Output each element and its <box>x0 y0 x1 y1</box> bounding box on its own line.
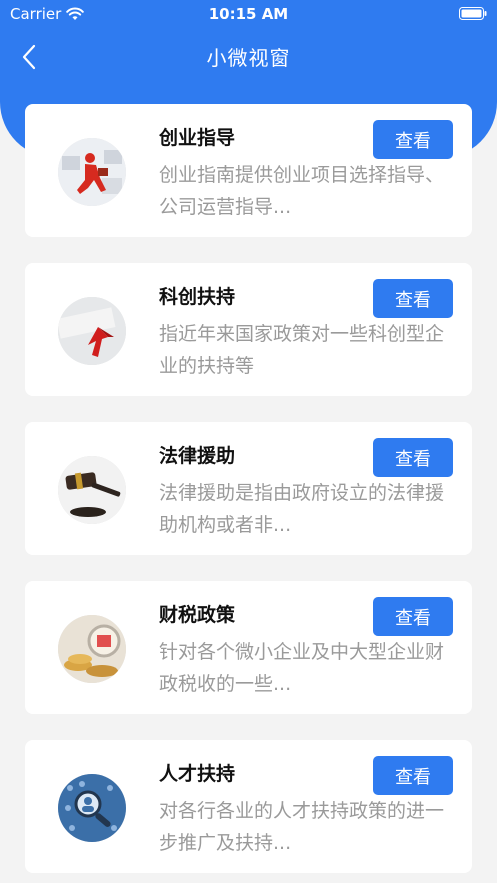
startup-thumbnail <box>58 138 126 206</box>
list-card-talent-support: 人才扶持 对各行各业的人才扶持政策的进一步推广及扶持... 查看 <box>25 740 472 873</box>
card-title: 法律援助 <box>159 445 236 467</box>
view-button[interactable]: 查看 <box>373 279 453 318</box>
view-button[interactable]: 查看 <box>373 438 453 477</box>
card-description: 创业指南提供创业项目选择指导、公司运营指导... <box>159 164 445 218</box>
list-card-startup-guidance: 创业指导 创业指南提供创业项目选择指导、公司运营指导... 查看 <box>25 104 472 237</box>
card-title: 科创扶持 <box>159 286 236 308</box>
page-title: 小微视窗 <box>206 46 291 70</box>
card-description: 针对各个微小企业及中大型企业财政税收的一些... <box>159 641 445 695</box>
gavel-thumbnail <box>58 456 126 524</box>
list-card-legal-aid: 法律援助 法律援助是指由政府设立的法律援助机构或者非... 查看 <box>25 422 472 555</box>
list-card-tax-policy: 财税政策 针对各个微小企业及中大型企业财政税收的一些... 查看 <box>25 581 472 714</box>
status-bar: Carrier 10:15 AM <box>0 0 497 28</box>
card-description: 指近年来国家政策对一些科创型企业的扶持等 <box>159 323 445 377</box>
tax-coins-thumbnail <box>58 615 126 683</box>
card-description: 法律援助是指由政府设立的法律援助机构或者非... <box>159 482 445 536</box>
talent-search-thumbnail <box>58 774 126 842</box>
card-description: 对各行各业的人才扶持政策的进一步推广及扶持... <box>159 800 445 854</box>
view-button[interactable]: 查看 <box>373 597 453 636</box>
tech-board-thumbnail <box>58 297 126 365</box>
view-button[interactable]: 查看 <box>373 120 453 159</box>
view-button[interactable]: 查看 <box>373 756 453 795</box>
battery-icon <box>459 7 487 20</box>
nav-bar: 小微视窗 <box>0 36 497 76</box>
status-time: 10:15 AM <box>208 5 289 23</box>
card-title: 创业指导 <box>159 127 236 149</box>
list-card-tech-support: 科创扶持 指近年来国家政策对一些科创型企业的扶持等 查看 <box>25 263 472 396</box>
card-title: 财税政策 <box>159 604 236 626</box>
card-title: 人才扶持 <box>159 763 236 785</box>
